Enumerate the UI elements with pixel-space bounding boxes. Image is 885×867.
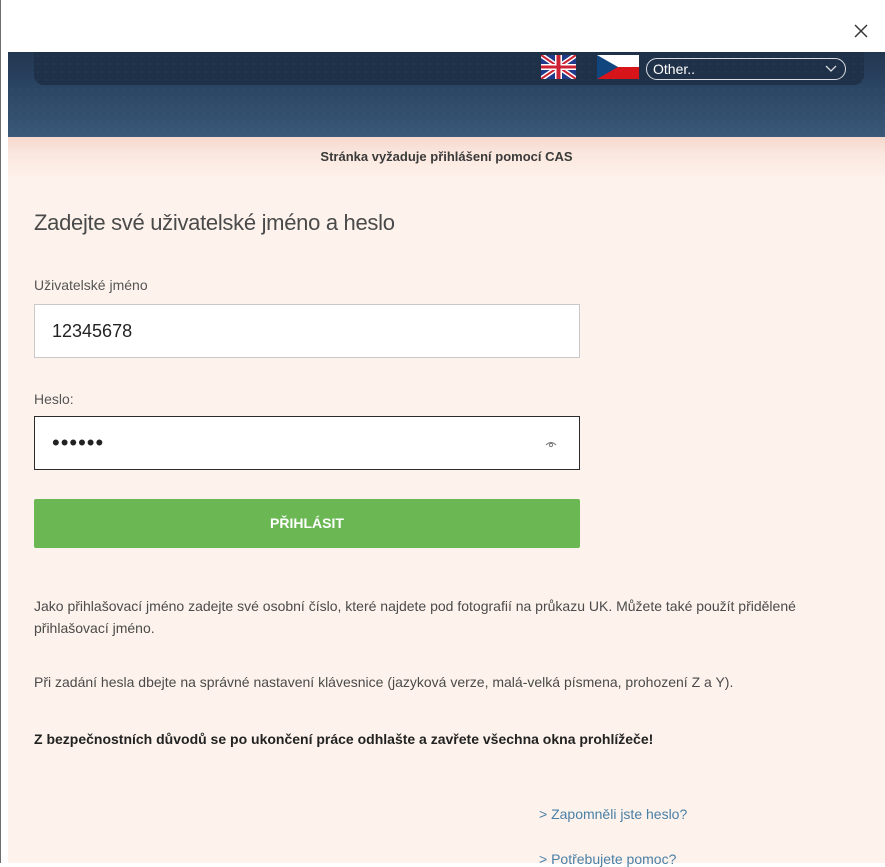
notice-band: Stránka vyžaduje přihlášení pomocí CAS — [8, 137, 885, 177]
eye-icon[interactable] — [545, 439, 557, 449]
username-label: Uživatelské jméno — [34, 277, 148, 293]
form-heading: Zadejte své uživatelské jméno a heslo — [34, 210, 395, 235]
close-button[interactable] — [848, 18, 874, 44]
need-help-link[interactable]: > Potřebujete pomoc? — [539, 851, 676, 867]
username-input[interactable]: 12345678 — [34, 304, 580, 358]
close-icon — [854, 24, 868, 38]
uk-flag-icon[interactable] — [541, 55, 576, 79]
login-panel: Zadejte své uživatelské jméno a heslo Už… — [8, 177, 885, 867]
forgot-password-link[interactable]: > Zapomněli jste heslo? — [539, 806, 687, 822]
language-select[interactable]: Other.. — [646, 58, 846, 80]
password-value: •••••• — [52, 430, 105, 455]
notice-text: Stránka vyžaduje přihlášení pomocí CAS — [320, 149, 573, 164]
language-select-value: Other.. — [653, 61, 696, 77]
security-warning: Z bezpečnostních důvodů se po ukončení p… — [34, 731, 654, 747]
login-button[interactable]: PŘIHLÁSIT — [34, 499, 580, 548]
info-paragraph-username: Jako přihlašovací jméno zadejte své osob… — [34, 598, 796, 636]
window-edge — [0, 0, 1, 863]
cz-flag-icon[interactable] — [597, 55, 639, 79]
header-pattern — [8, 85, 885, 137]
chevron-down-icon — [825, 65, 837, 72]
password-input[interactable]: •••••• — [34, 416, 580, 470]
password-label: Heslo: — [34, 391, 74, 407]
username-value: 12345678 — [52, 321, 133, 341]
info-paragraph-password: Při zadání hesla dbejte na správné nasta… — [34, 674, 734, 690]
